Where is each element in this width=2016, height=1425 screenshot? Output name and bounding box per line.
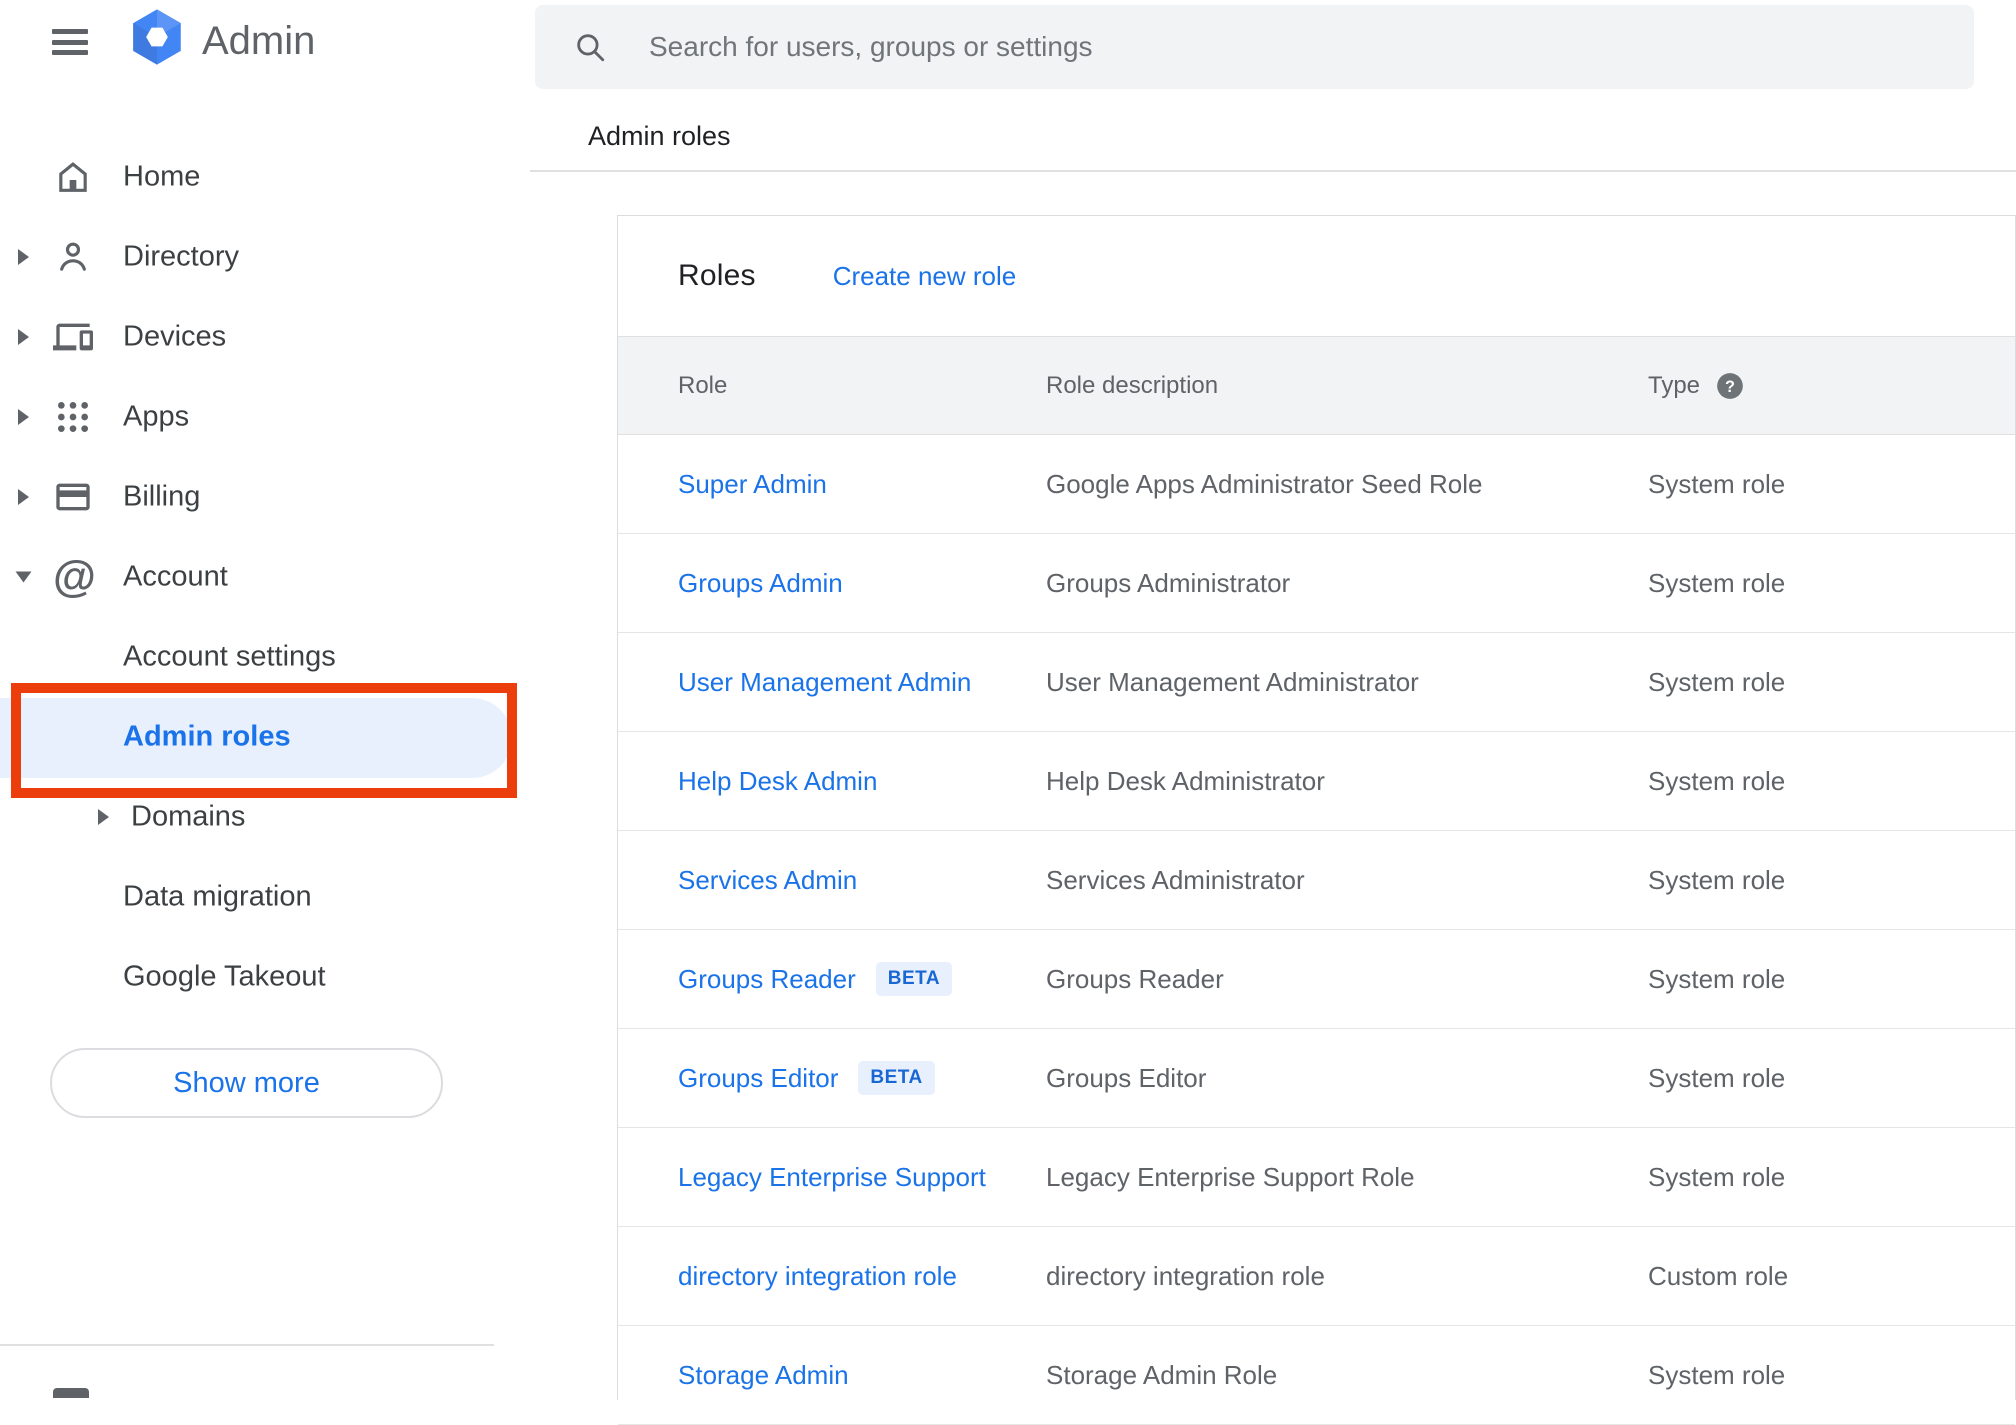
sidebar-item-directory[interactable]: Directory (0, 217, 530, 297)
table-row: Help Desk Admin Help Desk Administrator … (618, 732, 2015, 831)
search-input[interactable] (647, 30, 1974, 64)
sidebar-item-billing[interactable]: Billing (0, 457, 530, 537)
app-title: Admin (202, 19, 316, 63)
roles-card: Roles Create new role Role Role descript… (617, 215, 2016, 1425)
sidebar-item-apps[interactable]: Apps (0, 377, 530, 457)
role-link[interactable]: Legacy Enterprise Support (678, 1162, 986, 1193)
sidebar-item-label: Domains (131, 800, 246, 833)
sidebar-item-label: Billing (123, 480, 201, 513)
sidebar-item-label: Google Takeout (123, 960, 326, 993)
table-column-header: Role Role description Type ? (618, 336, 2015, 435)
home-icon (53, 157, 93, 197)
role-description: Groups Reader (1046, 963, 1224, 994)
devices-icon (53, 317, 93, 357)
sidebar-item-label: Admin roles (123, 720, 291, 753)
card-header: Roles Create new role (618, 216, 2015, 336)
header-divider (530, 170, 2016, 172)
breadcrumb: Admin roles (588, 121, 731, 151)
role-link[interactable]: User Management Admin (678, 667, 971, 698)
table-row: Services Admin Services Administrator Sy… (618, 831, 2015, 930)
sidebar-item-home[interactable]: Home (0, 137, 530, 217)
role-type: System role (1648, 1062, 1786, 1093)
expand-arrow-icon[interactable] (18, 489, 29, 505)
sidebar-item-data-migration[interactable]: Data migration (0, 857, 530, 937)
column-role: Role (678, 371, 728, 399)
role-type: System role (1648, 1359, 1786, 1390)
sidebar-item-label: Data migration (123, 880, 312, 913)
show-more-button[interactable]: Show more (50, 1048, 443, 1118)
collapse-arrow-icon[interactable] (15, 571, 32, 583)
table-row: Groups Reader BETA Groups Reader System … (618, 930, 2015, 1029)
table-row: Storage Admin Storage Admin Role System … (618, 1326, 2015, 1425)
sidebar-item-label: Devices (123, 320, 227, 353)
expand-arrow-icon[interactable] (18, 329, 29, 345)
hamburger-menu-icon[interactable] (52, 29, 88, 55)
role-description: Storage Admin Role (1046, 1359, 1278, 1390)
role-link[interactable]: Groups Reader (678, 964, 856, 995)
role-link[interactable]: directory integration role (678, 1261, 957, 1292)
expand-arrow-icon[interactable] (18, 409, 29, 425)
sidebar-item-google-takeout[interactable]: Google Takeout (0, 937, 530, 1017)
role-description: Services Administrator (1046, 864, 1305, 895)
sidebar-divider (0, 1344, 494, 1346)
role-description: Groups Editor (1046, 1062, 1207, 1093)
search-bar[interactable] (535, 5, 1974, 89)
sidebar-item-account-settings[interactable]: Account settings (0, 617, 530, 697)
role-description: Legacy Enterprise Support Role (1046, 1161, 1415, 1192)
sidebar-item-label: Home (123, 160, 201, 193)
beta-badge: BETA (875, 962, 953, 996)
apps-grid-icon (53, 397, 93, 437)
column-role-description: Role description (1046, 371, 1219, 399)
person-icon (53, 237, 93, 277)
role-type: System role (1648, 1161, 1786, 1192)
beta-badge: BETA (858, 1061, 935, 1095)
table-row: Legacy Enterprise Support Legacy Enterpr… (618, 1128, 2015, 1227)
role-type: System role (1648, 765, 1786, 796)
role-type: System role (1648, 864, 1786, 895)
search-icon (577, 34, 605, 62)
svg-text:?: ? (1725, 377, 1735, 395)
table-row: User Management Admin User Management Ad… (618, 633, 2015, 732)
admin-logo-icon (133, 9, 181, 65)
table-row: Groups Editor BETA Groups Editor System … (618, 1029, 2015, 1128)
role-link[interactable]: Storage Admin (678, 1360, 849, 1391)
sidebar-item-label: Account settings (123, 640, 336, 673)
sidebar-nav: Home Directory Devices Apps Billing @ Ac… (0, 137, 530, 1017)
table-row: directory integration role directory int… (618, 1227, 2015, 1326)
sidebar: Admin Home Directory Devices Apps Billin… (0, 0, 530, 1398)
sidebar-item-account[interactable]: @ Account (0, 537, 530, 617)
role-type: System role (1648, 468, 1786, 499)
table-row: Groups Admin Groups Administrator System… (618, 534, 2015, 633)
sidebar-item-label: Directory (123, 240, 240, 273)
table-row: Super Admin Google Apps Administrator Se… (618, 435, 2015, 534)
sidebar-item-label: Account (123, 560, 228, 593)
sidebar-item-admin-roles[interactable]: Admin roles (0, 697, 530, 778)
at-sign-icon: @ (53, 552, 96, 601)
role-description: directory integration role (1046, 1260, 1325, 1291)
help-icon[interactable]: ? (1716, 372, 1744, 400)
role-link[interactable]: Help Desk Admin (678, 766, 877, 797)
clipped-sidebar-icon (53, 1388, 89, 1398)
role-description: Help Desk Administrator (1046, 765, 1325, 796)
role-type: System role (1648, 963, 1786, 994)
column-type: Type (1648, 371, 1701, 399)
role-link[interactable]: Super Admin (678, 469, 827, 500)
role-link[interactable]: Groups Editor (678, 1063, 838, 1094)
expand-arrow-icon[interactable] (98, 809, 109, 825)
role-description: Groups Administrator (1046, 567, 1291, 598)
role-type: Custom role (1648, 1260, 1789, 1291)
expand-arrow-icon[interactable] (18, 249, 29, 265)
create-new-role-link[interactable]: Create new role (833, 261, 1017, 292)
sidebar-item-label: Apps (123, 400, 190, 433)
role-type: System role (1648, 666, 1786, 697)
role-link[interactable]: Services Admin (678, 865, 857, 896)
sidebar-item-devices[interactable]: Devices (0, 297, 530, 377)
role-description: User Management Administrator (1046, 666, 1419, 697)
sidebar-item-domains[interactable]: Domains (0, 777, 530, 857)
role-description: Google Apps Administrator Seed Role (1046, 468, 1483, 499)
credit-card-icon (53, 477, 93, 517)
role-link[interactable]: Groups Admin (678, 568, 843, 599)
card-title: Roles (678, 259, 756, 292)
role-type: System role (1648, 567, 1786, 598)
